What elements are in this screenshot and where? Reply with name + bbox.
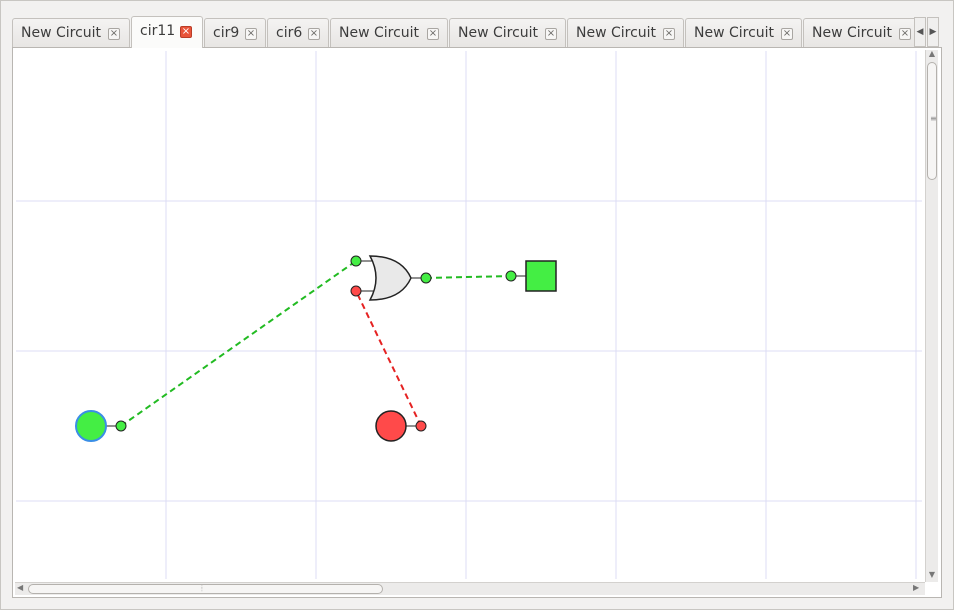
tab-new-circuit-4[interactable]: New Circuit × <box>567 18 684 48</box>
input-switch-low[interactable] <box>375 410 407 442</box>
or-gate-component[interactable] <box>350 255 432 301</box>
grip-icon: ≡ <box>930 114 937 123</box>
tab-label: New Circuit <box>576 25 657 41</box>
wire-high-to-gate[interactable] <box>120 260 357 427</box>
vertical-scrollbar[interactable]: ▲ ≡ ▼ <box>925 49 938 582</box>
or-gate-input2-pin[interactable] <box>350 285 362 297</box>
tab-label: New Circuit <box>339 25 420 41</box>
output-lamp[interactable] <box>525 260 557 292</box>
horizontal-scrollbar[interactable]: ◀ ⦙ ▶ <box>15 582 925 595</box>
wire-low-to-gate[interactable] <box>355 290 422 427</box>
canvas-grid <box>16 51 922 579</box>
input-high-component[interactable] <box>75 410 127 442</box>
tab-cir6[interactable]: cir6 × <box>267 18 329 48</box>
circuit-canvas-panel <box>12 47 942 598</box>
scroll-down-icon[interactable]: ▼ <box>926 570 938 579</box>
scroll-right-icon[interactable]: ▶ <box>913 583 919 592</box>
scroll-up-icon[interactable]: ▲ <box>926 49 938 58</box>
tab-new-circuit-3[interactable]: New Circuit × <box>449 18 566 48</box>
tab-label: New Circuit <box>812 25 893 41</box>
tab-label: New Circuit <box>21 25 102 41</box>
tab-new-circuit-1[interactable]: New Circuit × <box>12 18 130 48</box>
scroll-left-icon[interactable]: ◀ <box>17 583 23 592</box>
tab-new-circuit-2[interactable]: New Circuit × <box>330 18 448 48</box>
or-gate-input1-pin[interactable] <box>350 255 362 267</box>
close-icon[interactable]: × <box>245 28 257 40</box>
tab-new-circuit-6[interactable]: New Circuit × <box>803 18 922 48</box>
close-icon[interactable]: × <box>781 28 793 40</box>
arrow-left-icon[interactable]: ◀ <box>914 17 926 47</box>
close-icon[interactable]: × <box>308 28 320 40</box>
or-gate-output-pin[interactable] <box>420 272 432 284</box>
close-icon[interactable]: × <box>108 28 120 40</box>
input-low-component[interactable] <box>375 410 427 442</box>
output-component[interactable] <box>505 260 557 292</box>
tab-bar: New Circuit × cir11 × cir9 × cir6 × New … <box>12 16 922 48</box>
input-high-pin[interactable] <box>115 420 127 432</box>
tab-label: New Circuit <box>458 25 539 41</box>
horizontal-scroll-thumb[interactable]: ⦙ <box>28 584 383 594</box>
input-low-pin[interactable] <box>415 420 427 432</box>
tab-label: New Circuit <box>694 25 775 41</box>
tab-label: cir6 <box>276 25 303 41</box>
input-switch-high[interactable] <box>75 410 107 442</box>
circuit-canvas[interactable] <box>16 51 922 579</box>
close-icon[interactable]: × <box>427 28 439 40</box>
close-icon[interactable]: × <box>180 26 192 38</box>
tab-cir9[interactable]: cir9 × <box>204 18 266 48</box>
arrow-right-icon[interactable]: ▶ <box>927 17 939 47</box>
output-pin[interactable] <box>505 270 517 282</box>
tab-label: cir11 <box>140 23 176 39</box>
grip-icon: ⦙ <box>201 584 203 593</box>
wire-gate-to-output[interactable] <box>425 275 512 279</box>
tab-new-circuit-5[interactable]: New Circuit × <box>685 18 802 48</box>
close-icon[interactable]: × <box>663 28 675 40</box>
tab-cir11[interactable]: cir11 × <box>131 16 203 48</box>
close-icon[interactable]: × <box>899 28 911 40</box>
or-gate-body[interactable] <box>368 255 412 301</box>
vertical-scroll-thumb[interactable]: ≡ <box>927 62 937 180</box>
close-icon[interactable]: × <box>545 28 557 40</box>
tab-label: cir9 <box>213 25 240 41</box>
